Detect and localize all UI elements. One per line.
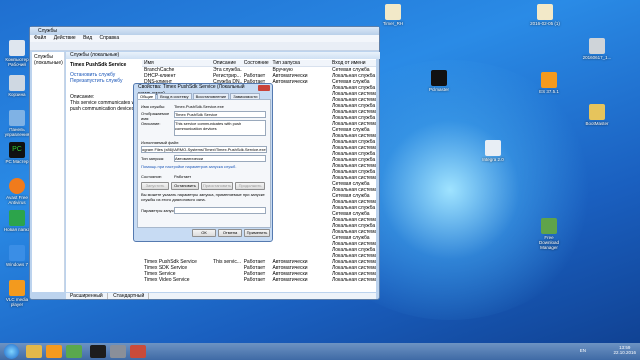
desktop-icon-recycle[interactable]: Корзина — [2, 75, 32, 97]
dialog-body: Имя службы: Timex.PushSdk.Service.exe От… — [137, 99, 271, 228]
stop-button[interactable]: Остановить — [171, 182, 199, 190]
terminal-taskbar-icon[interactable] — [90, 345, 106, 358]
display-name-field[interactable]: Timex PushSdk Service — [174, 111, 266, 118]
list-header: Имя Описание Состояние Тип запуска Вход … — [142, 60, 376, 67]
toolbar — [30, 42, 379, 51]
desktop-icon-pc-master[interactable]: PC PC Мастер — [2, 142, 32, 164]
exe-label: Исполняемый файл: — [141, 140, 180, 145]
desktop-icon-windows7[interactable]: Windows 7 — [2, 245, 32, 267]
tab-extended[interactable]: Расширенный — [66, 293, 108, 299]
app-taskbar-icon[interactable] — [66, 345, 82, 358]
startup-label: Тип запуска: — [141, 156, 165, 161]
view-tabs: Расширенный Стандартный — [66, 293, 376, 299]
help-link[interactable]: Помощь при настройке параметров запуска … — [141, 164, 236, 169]
desktop-icon-computer[interactable]: Компьютер Рабочий — [2, 40, 32, 67]
windows-icon — [9, 245, 25, 261]
col-name[interactable]: Имя — [142, 60, 211, 66]
state-label: Состояние: — [141, 174, 163, 179]
startup-select[interactable]: Автоматически — [174, 155, 266, 162]
apply-button[interactable]: Применить — [244, 229, 270, 237]
display-name-label: Отображаемое имя: — [141, 111, 170, 121]
desktop-icon-timer[interactable]: Timer_RH — [378, 4, 408, 26]
vlc-icon — [9, 280, 25, 296]
vlc-taskbar-icon[interactable] — [46, 345, 62, 358]
language-indicator[interactable]: EN — [580, 348, 586, 353]
desktop-icon-doc1[interactable]: 2016-02-05 (1) — [530, 4, 560, 26]
desktop-icon-bootmaster[interactable]: BootMaster — [582, 104, 612, 126]
app2-taskbar-icon[interactable] — [130, 345, 146, 358]
pause-button[interactable]: Приостановить — [201, 182, 233, 190]
photo-icon — [589, 38, 605, 54]
desktop-icon-fdm[interactable]: Free Download Manager — [534, 218, 564, 250]
start-button[interactable]: Запустить — [141, 182, 169, 190]
folder-icon — [9, 210, 25, 226]
desktop-icon-integra[interactable]: Integra 2.0 — [478, 140, 508, 162]
table-cell — [211, 277, 242, 283]
pc-master-icon: PC — [9, 142, 25, 158]
service-title: Timex PushSdk Service — [70, 62, 127, 68]
col-description[interactable]: Описание — [211, 60, 242, 66]
desktop-icon-folder[interactable]: Новая папка — [2, 210, 32, 232]
description-text: This service communicates with push comm… — [70, 100, 141, 112]
state-value: Работает — [174, 174, 192, 179]
explorer-taskbar-icon[interactable] — [26, 345, 42, 358]
desktop-icon-vlc[interactable]: VLC media player — [2, 280, 32, 307]
clock[interactable]: 13:59 22.10.2016 — [613, 345, 636, 355]
menu-view[interactable]: Вид — [83, 35, 92, 41]
description-field[interactable]: This service communicates with push comm… — [174, 120, 266, 136]
params-field[interactable] — [174, 207, 266, 214]
col-state[interactable]: Состояние — [242, 60, 271, 66]
service-name-value: Timex.PushSdk.Service.exe — [174, 104, 224, 109]
menu-file[interactable]: Файл — [34, 35, 46, 41]
services-header: Службы (локальные) — [66, 52, 380, 59]
hint-text: Вы можете указать параметры запуска, при… — [141, 192, 265, 202]
menu-bar: Файл Действие Вид Справка — [30, 35, 379, 42]
table-cell: Timex Video Service — [144, 277, 190, 283]
bootmaster-icon — [589, 104, 605, 120]
desktop-icon-photo[interactable]: 20160617_1... — [582, 38, 612, 60]
restart-service-link[interactable]: Перезапустить службу — [70, 78, 142, 84]
menu-action[interactable]: Действие — [54, 35, 76, 41]
download-manager-icon — [541, 218, 557, 234]
desktop-icon-avast[interactable]: Avast Free Antivirus — [2, 178, 32, 205]
desktop-icon-es[interactable]: ES 37.5.1 — [534, 72, 564, 94]
table-cell: Автоматически — [272, 277, 308, 283]
cancel-button[interactable]: Отмена — [218, 229, 242, 237]
file-icon — [385, 4, 401, 20]
tree-item-services[interactable]: Службы (локальные) — [32, 52, 64, 68]
services-taskbar-icon[interactable] — [110, 345, 126, 358]
col-startup[interactable]: Тип запуска — [271, 60, 330, 66]
integra-icon — [485, 140, 501, 156]
table-cell: Локальная система — [331, 277, 376, 283]
properties-dialog: Свойства: Timex PushSdk Service (Локальн… — [133, 83, 273, 242]
menu-help[interactable]: Справка — [100, 35, 120, 41]
resume-button[interactable]: Продолжить — [235, 182, 265, 190]
control-panel-icon — [9, 110, 25, 126]
table-cell: Работает — [243, 277, 266, 283]
computer-icon — [9, 40, 25, 56]
start-button[interactable] — [4, 344, 19, 359]
clock-date: 22.10.2016 — [613, 350, 636, 355]
ok-button[interactable]: ОК — [192, 229, 216, 237]
exe-path-field[interactable]: ogram Files (x86)\ARMO-Systems\Timex\Tim… — [141, 146, 267, 153]
close-icon[interactable] — [258, 85, 270, 91]
taskbar: EN 13:59 22.10.2016 — [0, 343, 640, 360]
tree-pane[interactable]: Службы (локальные) — [32, 52, 65, 292]
description-label: Описание: — [141, 121, 161, 126]
pc-master-icon — [431, 70, 447, 86]
window-title: Службы — [30, 27, 379, 35]
vlc-icon — [541, 72, 557, 88]
service-name-label: Имя службы: — [141, 104, 166, 109]
dialog-title: Свойства: Timex PushSdk Service (Локальн… — [138, 84, 245, 97]
tab-standard[interactable]: Стандартный — [109, 293, 150, 299]
col-logon[interactable]: Вход от имени — [330, 60, 376, 66]
avast-icon — [9, 178, 25, 194]
desktop-icon-pclmaster[interactable]: Pclmaster — [424, 70, 454, 92]
table-row[interactable]: Timex Video Service Работает Автоматически… — [142, 277, 376, 283]
file-icon — [537, 4, 553, 20]
desktop-icon-control-panel[interactable]: Панель управления — [2, 110, 32, 137]
recycle-bin-icon — [9, 75, 25, 91]
